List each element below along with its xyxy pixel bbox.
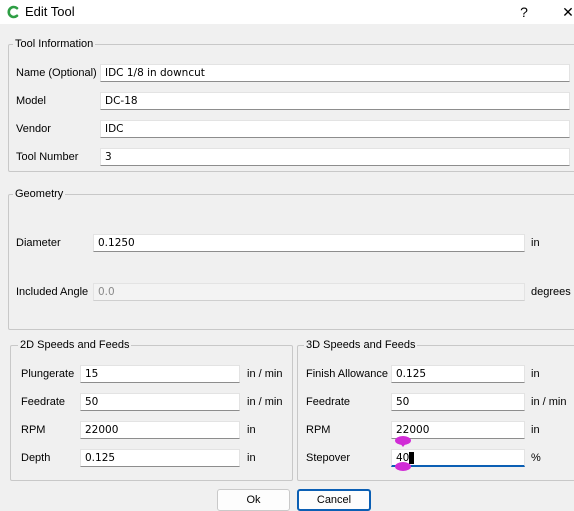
- diameter-field[interactable]: 0.1250: [93, 234, 525, 252]
- rpm-3d-unit: in: [531, 424, 540, 436]
- marker-dot: [395, 462, 411, 471]
- model-field[interactable]: DC-18: [100, 92, 570, 110]
- stepover-field[interactable]: 40: [391, 449, 525, 467]
- rpm-2d-label: RPM: [21, 424, 46, 436]
- app-logo-icon: [7, 5, 19, 19]
- plungerate-unit: in / min: [247, 368, 283, 380]
- text-cursor: [409, 452, 415, 464]
- feedrate-2d-field[interactable]: 50: [80, 393, 240, 411]
- cancel-button[interactable]: Cancel: [297, 489, 371, 511]
- feedrate-3d-unit: in / min: [531, 396, 567, 408]
- plungerate-label: Plungerate: [21, 368, 75, 380]
- feedrate-2d-label: Feedrate: [21, 396, 66, 408]
- ok-button[interactable]: Ok: [217, 489, 290, 511]
- included-angle-field: 0.0: [93, 283, 525, 301]
- stepover-unit: %: [531, 452, 541, 464]
- finish-allowance-unit: in: [531, 368, 540, 380]
- finish-allowance-label: Finish Allowance: [306, 368, 388, 380]
- feedrate-2d-unit: in / min: [247, 396, 283, 408]
- rpm-3d-label: RPM: [306, 424, 331, 436]
- vendor-field[interactable]: IDC: [100, 120, 570, 138]
- depth-field[interactable]: 0.125: [80, 449, 240, 467]
- finish-allowance-field[interactable]: 0.125: [391, 365, 525, 383]
- model-label: Model: [16, 95, 46, 107]
- name-field[interactable]: IDC 1/8 in downcut: [100, 64, 570, 82]
- window-title: Edit Tool: [25, 4, 75, 19]
- feedrate-3d-field[interactable]: 50: [391, 393, 525, 411]
- speeds-3d-legend: 3D Speeds and Feeds: [304, 338, 418, 352]
- diameter-unit: in: [531, 237, 540, 249]
- title-bar: [0, 0, 574, 24]
- speeds-2d-legend: 2D Speeds and Feeds: [18, 338, 132, 352]
- tool-information-legend: Tool Information: [13, 37, 96, 51]
- rpm-2d-unit: in: [247, 424, 256, 436]
- geometry-group: [8, 194, 574, 330]
- geometry-legend: Geometry: [13, 187, 66, 201]
- help-button[interactable]: ?: [512, 2, 536, 22]
- tool-number-label: Tool Number: [16, 151, 79, 163]
- depth-unit: in: [247, 452, 256, 464]
- included-angle-unit: degrees: [531, 286, 571, 298]
- diameter-label: Diameter: [16, 237, 61, 249]
- plungerate-field[interactable]: 15: [80, 365, 240, 383]
- name-label: Name (Optional): [16, 67, 97, 79]
- feedrate-3d-label: Feedrate: [306, 396, 351, 408]
- stepover-label: Stepover: [306, 452, 351, 464]
- rpm-2d-field[interactable]: 22000: [80, 421, 240, 439]
- vendor-label: Vendor: [16, 123, 51, 135]
- depth-label: Depth: [21, 452, 51, 464]
- tool-number-field[interactable]: 3: [100, 148, 570, 166]
- close-button[interactable]: ✕: [556, 2, 574, 22]
- marker-arrow-icon: [399, 442, 407, 447]
- included-angle-label: Included Angle: [16, 286, 89, 298]
- rpm-3d-field[interactable]: 22000: [391, 421, 525, 439]
